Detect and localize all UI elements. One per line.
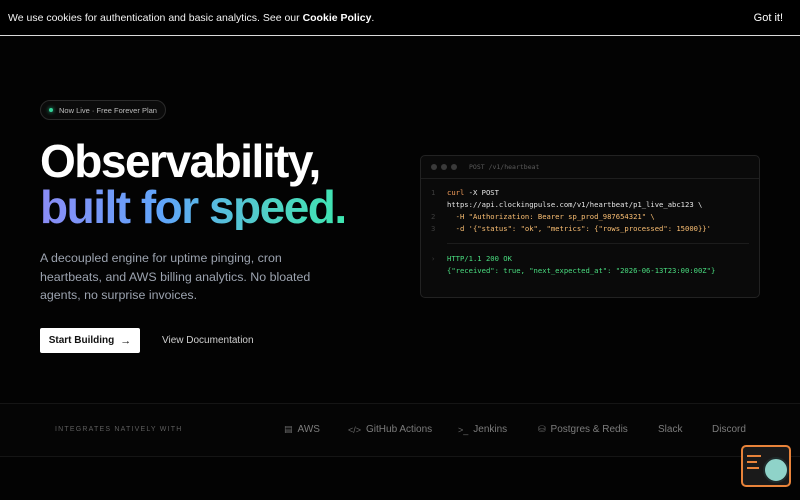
integrations-strip: INTEGRATES NATIVELY WITH ▤ AWS </> GitHub …	[0, 403, 800, 457]
code-line: 2 -H "Authorization: Bearer sp_prod_9876…	[431, 212, 655, 221]
database-icon: ⛁	[538, 424, 546, 434]
cookie-banner: We use cookies for authentication and ba…	[0, 0, 800, 36]
integration-slack: Slack	[658, 424, 683, 435]
integration-github-actions: </> GitHub Actions	[348, 424, 433, 435]
integration-postgres-redis: ⛁ Postgres & Redis	[538, 424, 628, 435]
integration-jenkins: >_ Jenkins	[458, 424, 508, 435]
terminal-divider	[447, 243, 749, 244]
window-dot-icon	[431, 164, 437, 170]
response-line: {"received": true, "next_expected_at": "…	[447, 266, 716, 275]
response-line: › HTTP/1.1 200 OK	[431, 254, 512, 263]
headline-line-1: Observability,	[40, 135, 321, 187]
support-avatar-icon	[763, 457, 789, 483]
terminal-icon: >_	[458, 424, 469, 435]
window-dot-icon	[441, 164, 447, 170]
code-line: 1 curl -X POST	[431, 188, 499, 197]
integration-discord: Discord	[712, 424, 746, 435]
start-building-button[interactable]: Start Building →	[40, 328, 140, 353]
integrations-label: INTEGRATES NATIVELY WITH	[55, 426, 183, 433]
headline-line-2: built for speed.	[40, 181, 347, 233]
code-icon: </>	[348, 424, 362, 435]
badge-label: Now Live · Free Forever Plan	[59, 105, 157, 115]
cookie-text: We use cookies for authentication and ba…	[8, 11, 375, 24]
server-icon: ▤	[284, 424, 293, 434]
cookie-policy-link[interactable]: Cookie Policy	[303, 12, 372, 24]
hero-subtext: A decoupled engine for uptime pinging, c…	[40, 251, 311, 302]
start-building-label: Start Building	[48, 335, 115, 346]
code-line: https://api.clockingpulse.com/v1/heartbe…	[447, 200, 703, 209]
view-documentation-link[interactable]: View Documentation	[162, 328, 254, 353]
page-title: Observability, built for speed.	[40, 135, 347, 233]
support-chat-button[interactable]	[741, 445, 791, 487]
window-dot-icon	[451, 164, 457, 170]
arrow-right-icon: →	[120, 334, 132, 347]
status-badge: Now Live · Free Forever Plan	[40, 100, 166, 120]
code-line: 3 -d '{"status": "ok", "metrics": {"rows…	[431, 224, 711, 233]
code-terminal: POST /v1/heartbeat 1 curl -X POST https:/…	[420, 155, 760, 298]
terminal-title: POST /v1/heartbeat	[469, 163, 540, 171]
integration-aws: ▤ AWS	[284, 424, 320, 435]
chat-lines-icon	[747, 455, 761, 457]
got-it-button[interactable]: Got it!	[754, 12, 783, 24]
terminal-header: POST /v1/heartbeat	[421, 156, 759, 179]
live-dot-icon	[49, 108, 53, 112]
terminal-body: 1 curl -X POST https://api.clockingpulse.…	[421, 179, 759, 285]
